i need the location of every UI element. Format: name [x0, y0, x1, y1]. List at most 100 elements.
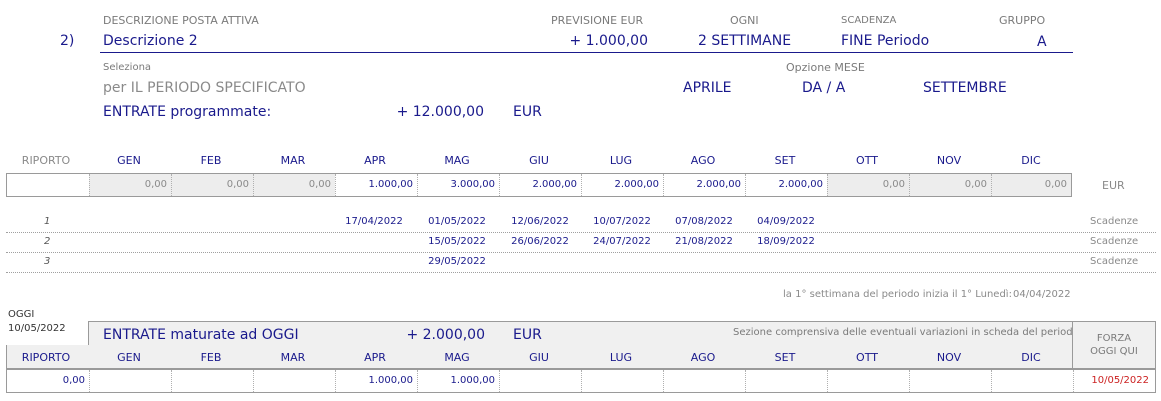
schedule-divider [6, 272, 1156, 273]
row-number: 2) [60, 33, 75, 49]
month-header-10: NOV [936, 351, 962, 364]
month-header-11: DIC [1021, 154, 1041, 167]
month-header-9: OTT [856, 351, 878, 364]
month-value-cell[interactable]: 0,00 [827, 174, 909, 196]
from-month-select[interactable]: APRILE [683, 80, 732, 96]
riporto-header: RIPORTO [21, 154, 71, 167]
schedule-date: 26/06/2022 [511, 236, 569, 247]
forza-date-cell[interactable]: 10/05/2022 [1073, 370, 1155, 392]
month-value-cell[interactable]: 2.000,00 [581, 174, 663, 196]
maturate-value-cell[interactable] [581, 370, 663, 392]
maturate-riporto-header: RIPORTO [21, 351, 71, 364]
months-values-row: 0,00 0,00 0,00 1.000,00 3.000,00 2.000,00 2.00… [6, 173, 1072, 197]
month-header-0: GEN [117, 154, 141, 167]
maturate-value-cell[interactable] [171, 370, 253, 392]
periodo-select[interactable]: per IL PERIODO SPECIFICATO [103, 80, 306, 96]
forza-line2: OGGI QUI [1090, 346, 1138, 357]
oggi-label: OGGI [8, 309, 35, 320]
schedule-row-number: 1 [44, 216, 51, 227]
schedule-divider [6, 252, 1156, 253]
month-header-5: GIU [529, 154, 549, 167]
maturate-value-cell[interactable] [89, 370, 171, 392]
schedule-date: 17/04/2022 [345, 216, 403, 227]
month-value-cell[interactable]: 3.000,00 [417, 174, 499, 196]
da-a-label: DA / A [802, 80, 846, 96]
schedule-date: 18/09/2022 [757, 236, 815, 247]
month-header-4: MAG [444, 351, 470, 364]
maturate-value-cell[interactable] [745, 370, 827, 392]
schedule-row-number: 2 [44, 236, 51, 247]
opzione-mese-label: Opzione MESE [786, 61, 865, 74]
month-header-2: MAR [280, 154, 306, 167]
month-header-7: AGO [690, 154, 716, 167]
maturate-value-cell[interactable] [909, 370, 991, 392]
maturate-values-row: 0,00 1.000,00 1.000,00 10/05/2022 [6, 369, 1156, 393]
entrate-programmate-value: + 12.000,00 [396, 104, 484, 120]
schedule-date: 21/08/2022 [675, 236, 733, 247]
descr-field[interactable]: Descrizione 2 [103, 33, 198, 49]
riporto-cell[interactable] [7, 174, 89, 196]
schedule-date: 12/06/2022 [511, 216, 569, 227]
month-header-10: NOV [936, 154, 962, 167]
month-value-cell[interactable]: 0,00 [991, 174, 1071, 196]
month-value-cell[interactable]: 1.000,00 [335, 174, 417, 196]
maturate-riporto-cell[interactable]: 0,00 [7, 370, 89, 392]
maturate-value-cell[interactable] [499, 370, 581, 392]
month-value-cell[interactable]: 2.000,00 [745, 174, 827, 196]
ogni-label: OGNI [730, 14, 759, 27]
month-value-cell[interactable]: 0,00 [253, 174, 335, 196]
month-value-cell[interactable]: 0,00 [171, 174, 253, 196]
maturate-value-cell[interactable] [827, 370, 909, 392]
month-header-5: GIU [529, 351, 549, 364]
month-header-2: MAR [280, 351, 306, 364]
gruppo-label: GRUPPO [999, 14, 1046, 27]
forza-line1: FORZA [1096, 333, 1132, 344]
schedule-date: 07/08/2022 [675, 216, 733, 227]
month-header-1: FEB [200, 351, 222, 364]
schedule-date: 04/09/2022 [757, 216, 815, 227]
month-header-8: SET [774, 351, 796, 364]
month-header-6: LUG [609, 154, 633, 167]
scadenza-field[interactable]: FINE Periodo [841, 33, 929, 49]
maturate-title: ENTRATE maturate ad OGGI [103, 327, 299, 343]
month-header-4: MAG [444, 154, 470, 167]
gruppo-field[interactable]: A [1037, 34, 1047, 50]
month-value-cell[interactable]: 2.000,00 [499, 174, 581, 196]
maturate-value-cell[interactable] [663, 370, 745, 392]
maturate-value-cell[interactable]: 1.000,00 [335, 370, 417, 392]
month-header-7: AGO [690, 351, 716, 364]
entrate-programmate-label: ENTRATE programmate: [103, 104, 272, 120]
ogni-field[interactable]: 2 SETTIMANE [698, 33, 791, 49]
month-value-cell[interactable]: 0,00 [909, 174, 991, 196]
schedule-date: 01/05/2022 [428, 216, 486, 227]
maturate-value: + 2.000,00 [406, 327, 485, 343]
previsione-field[interactable]: + 1.000,00 [550, 33, 648, 49]
month-header-8: SET [774, 154, 796, 167]
settimana-date: 04/04/2022 [1013, 289, 1071, 300]
month-header-0: GEN [117, 351, 141, 364]
month-header-3: APR [364, 351, 386, 364]
maturate-value-cell[interactable] [991, 370, 1073, 392]
schedule-date: 15/05/2022 [428, 236, 486, 247]
maturate-value-cell[interactable] [253, 370, 335, 392]
month-value-cell[interactable]: 0,00 [89, 174, 171, 196]
maturate-note: Sezione comprensiva delle eventuali vari… [733, 327, 1079, 338]
month-header-9: OTT [856, 154, 878, 167]
schedule-date: 29/05/2022 [428, 256, 486, 267]
schedule-date: 10/07/2022 [593, 216, 651, 227]
months-currency: EUR [1102, 179, 1125, 192]
settimana-note: la 1° settimana del periodo inizia il 1°… [783, 289, 1012, 300]
maturate-currency: EUR [513, 327, 542, 343]
scadenze-label: Scadenze [1090, 236, 1139, 247]
to-month-select[interactable]: SETTEMBRE [923, 80, 1007, 96]
schedule-date: 24/07/2022 [593, 236, 651, 247]
month-header-6: LUG [609, 351, 633, 364]
month-value-cell[interactable]: 2.000,00 [663, 174, 745, 196]
oggi-date: 10/05/2022 [8, 323, 66, 334]
seleziona-label: Seleziona [103, 62, 152, 73]
forza-oggi-button[interactable]: FORZA OGGI QUI [1072, 321, 1156, 369]
previsione-label: PREVISIONE EUR [551, 14, 644, 27]
entrate-currency: EUR [513, 104, 542, 120]
maturate-value-cell[interactable]: 1.000,00 [417, 370, 499, 392]
descr-label: DESCRIZIONE POSTA ATTIVA [103, 14, 259, 27]
